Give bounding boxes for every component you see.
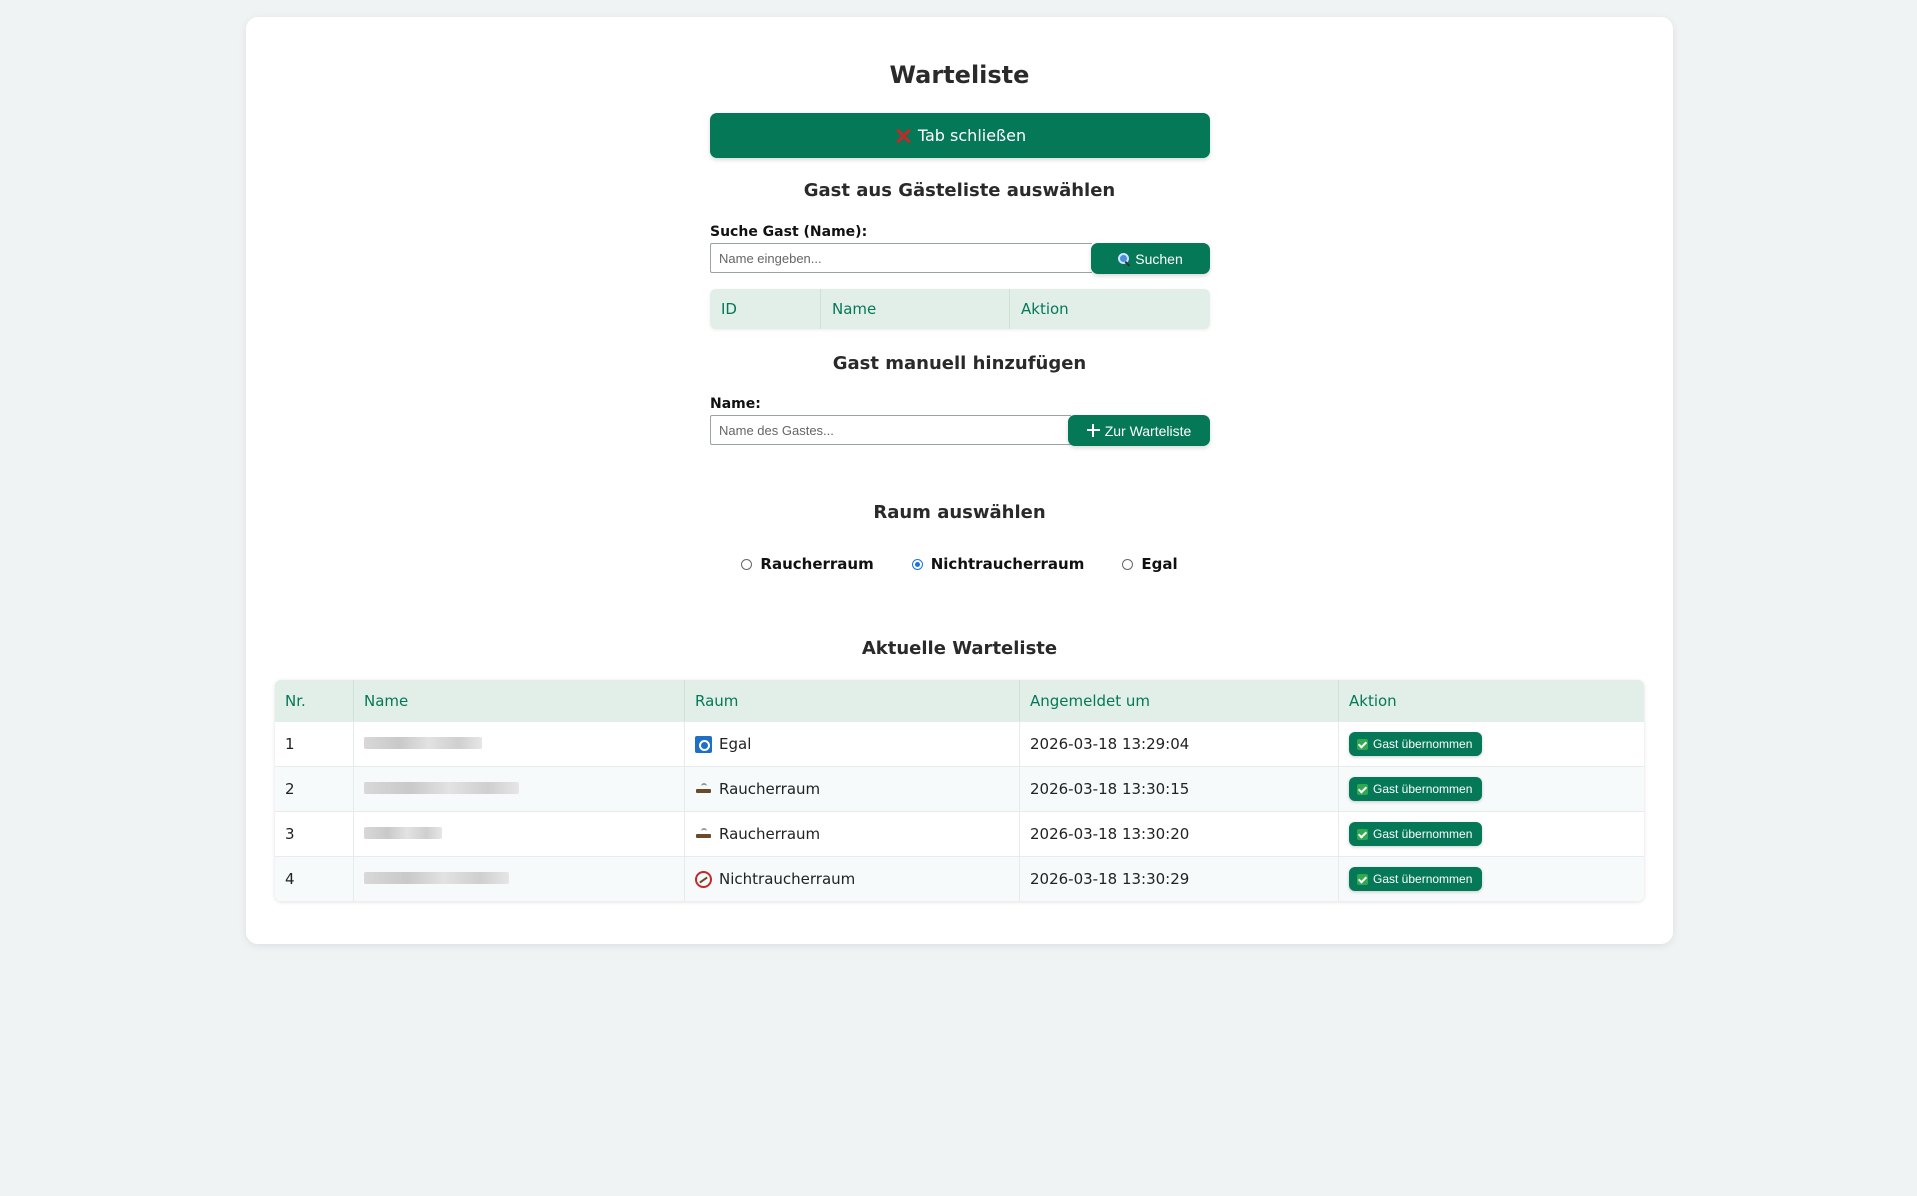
guest-taken-button[interactable]: Gast übernommen <box>1349 822 1483 846</box>
redacted-name <box>364 782 519 794</box>
table-row: 4 Nichtraucherraum 2026-03-18 13:30:29 G… <box>275 856 1644 901</box>
radio-nichtraucherraum[interactable]: Nichtraucherraum <box>911 555 1085 573</box>
action-cell: Gast übernommen <box>1339 811 1644 856</box>
signup-time: 2026-03-18 13:30:15 <box>1020 766 1339 811</box>
redacted-name <box>364 872 509 884</box>
check-icon <box>1357 738 1368 750</box>
waitlist-table: Nr. Name Raum Angemeldet um Aktion 1 Ega… <box>275 680 1644 901</box>
guest-taken-label: Gast übernommen <box>1373 872 1473 886</box>
signup-time: 2026-03-18 13:30:20 <box>1020 811 1339 856</box>
row-number: 3 <box>275 811 354 856</box>
column-header-name: Name <box>354 680 685 721</box>
guest-taken-button[interactable]: Gast übernommen <box>1349 777 1483 801</box>
table-row: 2 Raucherraum 2026-03-18 13:30:15 Gast ü… <box>275 766 1644 811</box>
guest-taken-label: Gast übernommen <box>1373 827 1473 841</box>
search-button-label: Suchen <box>1135 250 1183 267</box>
room-cell: Nichtraucherraum <box>685 856 1020 901</box>
column-header-id: ID <box>710 289 821 329</box>
action-cell: Gast übernommen <box>1339 856 1644 901</box>
name-label: Name: <box>710 396 761 412</box>
radio-button[interactable] <box>741 558 753 570</box>
room-select-heading: Raum auswählen <box>873 502 1046 523</box>
column-header-action: Aktion <box>1339 680 1644 721</box>
check-icon <box>1357 828 1368 840</box>
column-header-time: Angemeldet um <box>1020 680 1339 721</box>
guest-taken-button[interactable]: Gast übernommen <box>1349 867 1483 891</box>
room-cell: Raucherraum <box>685 766 1020 811</box>
close-tab-button[interactable]: Tab schließen <box>710 113 1210 158</box>
search-button[interactable]: Suchen <box>1091 243 1210 274</box>
guest-search-table: ID Name Aktion <box>710 289 1210 329</box>
add-to-waitlist-button[interactable]: Zur Warteliste <box>1068 415 1210 446</box>
smoking-icon <box>695 826 712 843</box>
column-header-action: Aktion <box>1021 300 1069 318</box>
guest-name-redacted <box>354 856 685 901</box>
guest-taken-button[interactable]: Gast übernommen <box>1349 732 1483 756</box>
action-cell: Gast übernommen <box>1339 721 1644 766</box>
table-row: 1 Egal 2026-03-18 13:29:04 Gast übernomm… <box>275 721 1644 766</box>
guest-select-heading: Gast aus Gästeliste auswählen <box>803 180 1116 201</box>
room-radio-group: Raucherraum Nichtraucherraum Egal <box>246 555 1673 573</box>
guest-name-input[interactable] <box>710 415 1071 445</box>
radio-egal[interactable]: Egal <box>1122 555 1178 573</box>
radio-label-nichtraucherraum: Nichtraucherraum <box>930 555 1085 573</box>
plus-icon <box>1086 424 1100 437</box>
column-header-name: Name <box>821 289 1010 329</box>
search-label: Suche Gast (Name): <box>710 224 868 240</box>
check-icon <box>1357 873 1368 885</box>
main-card: Warteliste Tab schließen Gast aus Gästel… <box>246 17 1673 944</box>
row-number: 1 <box>275 721 354 766</box>
column-header-nr: Nr. <box>275 680 354 721</box>
guest-taken-label: Gast übernommen <box>1373 737 1473 751</box>
guest-name-redacted <box>354 811 685 856</box>
waitlist-heading: Aktuelle Warteliste <box>861 638 1058 659</box>
guest-name-redacted <box>354 721 685 766</box>
search-icon <box>1118 252 1130 265</box>
no-smoking-icon <box>695 870 712 888</box>
signup-time: 2026-03-18 13:30:29 <box>1020 856 1339 901</box>
guest-name-redacted <box>354 766 685 811</box>
radio-label-egal: Egal <box>1141 555 1178 573</box>
check-icon <box>1357 783 1368 795</box>
radio-button-selected[interactable] <box>911 558 923 570</box>
manual-add-heading: Gast manuell hinzufügen <box>832 353 1087 374</box>
column-header-room: Raum <box>685 680 1020 721</box>
smoking-icon <box>695 781 712 798</box>
room-cell: Egal <box>685 721 1020 766</box>
table-row: 3 Raucherraum 2026-03-18 13:30:20 Gast ü… <box>275 811 1644 856</box>
room-label: Raucherraum <box>719 825 821 843</box>
radio-button[interactable] <box>1122 558 1134 570</box>
signup-time: 2026-03-18 13:29:04 <box>1020 721 1339 766</box>
page-title: Warteliste <box>889 61 1030 89</box>
redacted-name <box>364 827 442 839</box>
room-label: Egal <box>719 735 752 753</box>
add-to-waitlist-label: Zur Warteliste <box>1104 422 1192 439</box>
action-cell: Gast übernommen <box>1339 766 1644 811</box>
radio-label-raucherraum: Raucherraum <box>760 555 874 573</box>
close-tab-label: Tab schließen <box>917 126 1027 145</box>
search-input[interactable] <box>710 243 1092 273</box>
row-number: 2 <box>275 766 354 811</box>
room-label: Raucherraum <box>719 780 821 798</box>
egal-icon <box>695 735 712 753</box>
radio-raucherraum[interactable]: Raucherraum <box>741 555 874 573</box>
room-label: Nichtraucherraum <box>719 870 856 888</box>
room-cell: Raucherraum <box>685 811 1020 856</box>
guest-taken-label: Gast übernommen <box>1373 782 1473 796</box>
close-icon <box>894 127 912 145</box>
redacted-name <box>364 737 482 749</box>
row-number: 4 <box>275 856 354 901</box>
